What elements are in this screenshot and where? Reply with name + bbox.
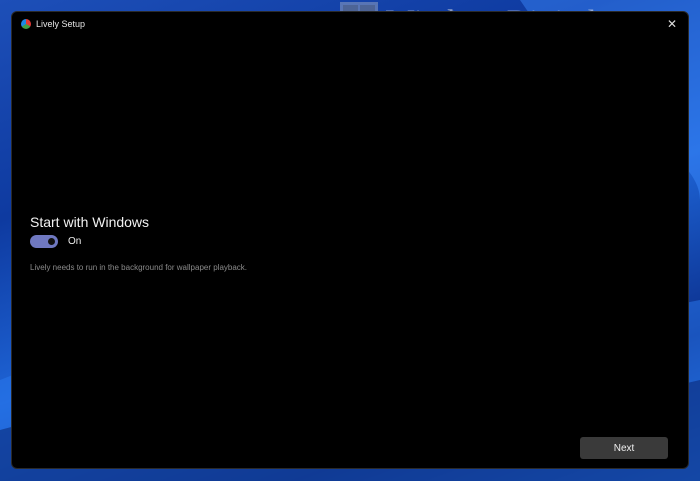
- toggle-knob: [48, 238, 55, 245]
- window-title: Lively Setup: [36, 19, 86, 29]
- setup-window: Lively Setup ✕ Start with Windows On Liv…: [11, 11, 689, 469]
- close-icon: ✕: [666, 17, 678, 31]
- toggle-row: On: [30, 235, 247, 248]
- next-button[interactable]: Next: [580, 437, 668, 459]
- start-with-windows-toggle[interactable]: [30, 235, 58, 248]
- toggle-state-label: On: [68, 236, 82, 247]
- setting-heading: Start with Windows: [30, 214, 150, 230]
- settings-section: Start with Windows On Lively needs to ru…: [30, 214, 247, 272]
- lively-app-icon: [21, 19, 31, 29]
- close-button[interactable]: ✕: [664, 16, 680, 32]
- title-bar[interactable]: Lively Setup ✕: [12, 12, 688, 36]
- setting-description: Lively needs to run in the background fo…: [30, 263, 248, 272]
